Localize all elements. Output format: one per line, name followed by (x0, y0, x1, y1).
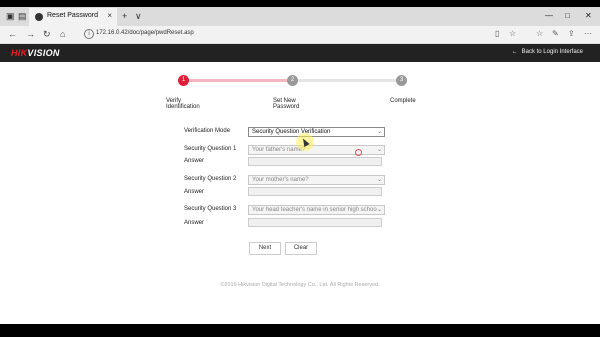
back-to-login-label: Back to Login Interface (521, 49, 583, 55)
tab-title: Reset Password (47, 12, 98, 19)
security-question-3-label: Security Question 3 (184, 206, 237, 212)
browser-window: ▣ ▤ Reset Password × + ∨ — □ ✕ ← → ↻ ⌂ i… (0, 7, 600, 324)
favicon-icon (35, 13, 43, 21)
answer-2-label: Answer (184, 189, 205, 195)
security-question-3-select[interactable]: Your head teacher's name in senior high … (248, 205, 385, 215)
chevron-down-icon: ⌄ (376, 147, 382, 153)
answer-3-input[interactable] (248, 218, 382, 227)
app-header: HIKVISION ← Back to Login Interface (0, 44, 600, 62)
logo-text-vision: VISION (27, 48, 60, 58)
verification-mode-select[interactable]: Security Question Verification ⌄ (248, 127, 385, 137)
url-text: 172.16.0.42/doc/page/pwdReset.asp (96, 30, 194, 36)
tab-menu-icon[interactable]: ∨ (135, 11, 142, 21)
logo-text-hik: HIK (11, 48, 28, 58)
step-1-label: Verify Identification (166, 98, 200, 110)
back-arrow-icon[interactable]: ← (8, 29, 17, 39)
minimize-button[interactable]: — (545, 11, 553, 20)
step-line-1 (186, 79, 292, 82)
tab-close-icon[interactable]: × (107, 11, 112, 20)
step-3-indicator: 3 (396, 75, 407, 86)
step-2-indicator: 2 (287, 75, 298, 86)
next-button[interactable]: Next (249, 242, 281, 255)
verification-mode-label: Verification Mode (184, 128, 231, 134)
site-info-icon[interactable]: i (84, 29, 94, 39)
share-icon[interactable]: ⇪ (568, 29, 575, 38)
new-tab-button[interactable]: + (122, 11, 127, 21)
answer-3-label: Answer (184, 220, 205, 226)
step-1-indicator: 1 (178, 75, 189, 86)
security-question-2-select[interactable]: Your mother's name? ⌄ (248, 175, 385, 185)
security-question-2-value: Your mother's name? (252, 177, 309, 183)
favorite-star-icon[interactable]: ☆ (509, 29, 516, 38)
security-question-1-label: Security Question 1 (184, 146, 237, 152)
reading-view-icon[interactable]: ▯ (495, 29, 499, 38)
answer-2-input[interactable] (248, 187, 382, 196)
security-question-1-select[interactable]: Your father's name? ⌄ (248, 145, 385, 155)
step-3-label: Complete (390, 98, 416, 104)
forward-arrow-icon[interactable]: → (26, 29, 35, 39)
back-to-login-link[interactable]: ← Back to Login Interface (512, 49, 583, 55)
browser-tab[interactable]: Reset Password × (29, 8, 117, 26)
more-menu-icon[interactable]: ⋯ (584, 29, 592, 38)
answer-1-input[interactable] (248, 157, 382, 166)
security-question-3-value: Your head teacher's name in senior high … (252, 207, 377, 213)
security-question-2-label: Security Question 2 (184, 176, 237, 182)
step-2-label: Set New Password (273, 98, 300, 110)
back-arrow-icon: ← (511, 49, 518, 55)
chevron-down-icon: ⌄ (376, 129, 382, 135)
address-bar: ← → ↻ ⌂ i 172.16.0.42/doc/page/pwdReset.… (0, 26, 600, 44)
step-line-2 (294, 79, 400, 82)
close-window-button[interactable]: ✕ (585, 11, 592, 20)
verification-mode-value: Security Question Verification (252, 129, 331, 135)
browser-tab-bar: ▣ ▤ Reset Password × + ∨ — □ ✕ (0, 7, 600, 26)
copyright-footer: ©2019 Hikvision Digital Technology Co., … (220, 282, 380, 288)
refresh-icon[interactable]: ↻ (43, 29, 51, 39)
chevron-down-icon: ⌄ (376, 177, 382, 183)
url-field[interactable]: i 172.16.0.42/doc/page/pwdReset.asp (84, 29, 504, 40)
tab-list-icon[interactable]: ▤ (18, 11, 27, 21)
maximize-button[interactable]: □ (565, 11, 570, 20)
chevron-down-icon: ⌄ (376, 207, 382, 213)
home-icon[interactable]: ⌂ (60, 29, 65, 39)
hikvision-logo: HIKVISION (11, 48, 60, 58)
favorites-icon[interactable]: ☆ (536, 29, 543, 38)
click-indicator-icon (355, 149, 362, 156)
tab-actions-icon[interactable]: ▣ (6, 11, 15, 21)
answer-1-label: Answer (184, 158, 205, 164)
notes-icon[interactable]: ✎ (552, 29, 559, 38)
clear-button[interactable]: Clear (285, 242, 317, 255)
